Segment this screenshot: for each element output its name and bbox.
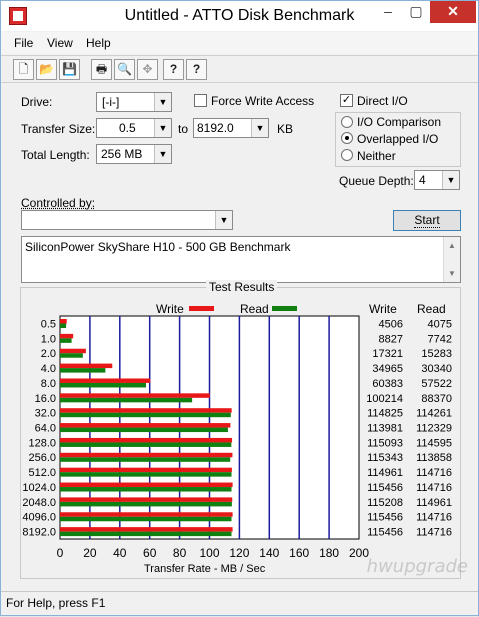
write-bar (60, 333, 74, 339)
y-tick-label: 16.0 (35, 393, 56, 405)
read-value: 57522 (421, 378, 452, 390)
x-tick-label: 100 (199, 546, 219, 560)
x-tick-label: 160 (289, 546, 309, 560)
y-tick-label: 1024.0 (22, 482, 56, 494)
read-bar (60, 531, 232, 537)
read-value: 114716 (416, 527, 452, 539)
read-value: 112329 (416, 423, 452, 435)
y-tick-label: 4096.0 (22, 512, 56, 524)
read-value: 114716 (416, 482, 452, 494)
write-value: 100214 (366, 393, 403, 405)
read-bar (60, 338, 72, 343)
read-value: 7742 (428, 333, 452, 345)
read-bar (60, 501, 232, 507)
x-tick-label: 120 (229, 546, 249, 560)
x-tick-label: 180 (319, 546, 339, 560)
write-value: 60383 (372, 378, 403, 390)
watermark-logo: hwupgrade (366, 556, 468, 577)
transfer-rate-chart: 0 20 40 60 80 100 120 140 160 180 2000.5 4506 40751.… (22, 315, 452, 560)
write-value: 114961 (367, 467, 403, 479)
read-value: 114261 (416, 408, 452, 420)
status-text: For Help, press F1 (6, 596, 106, 610)
write-bar (60, 363, 113, 369)
x-tick-label: 60 (143, 546, 157, 560)
read-value: 4075 (428, 318, 452, 330)
x-tick-label: 140 (259, 546, 279, 560)
write-bar (60, 452, 233, 458)
write-bar (60, 378, 151, 383)
y-tick-label: 2048.0 (22, 497, 56, 509)
y-tick-label: 64.0 (35, 423, 56, 435)
read-value: 114716 (416, 512, 452, 524)
write-bar (60, 319, 67, 324)
read-value: 15283 (421, 348, 452, 360)
y-tick-label: 8.0 (41, 378, 56, 390)
write-value: 8827 (379, 333, 403, 345)
write-value: 113981 (367, 423, 403, 435)
write-value: 115208 (367, 497, 403, 509)
read-bar (60, 353, 83, 358)
read-value: 30340 (421, 363, 452, 375)
write-bar (60, 512, 233, 517)
write-value: 34965 (372, 363, 403, 375)
read-bar (60, 412, 231, 418)
x-tick-label: 20 (83, 546, 97, 560)
read-value: 114595 (416, 437, 452, 449)
x-tick-label: 40 (113, 546, 127, 560)
x-axis-label: Transfer Rate - MB / Sec (144, 563, 266, 575)
y-tick-label: 4.0 (41, 363, 56, 375)
app-window: Untitled - ATTO Disk Benchmark – ▢ ✕ Fil… (0, 0, 479, 616)
read-bar (60, 487, 232, 492)
read-bar (60, 427, 228, 433)
read-bar (60, 368, 106, 373)
x-tick-label: 0 (57, 546, 64, 560)
read-value: 114961 (416, 497, 452, 509)
read-value: 113858 (416, 452, 452, 464)
write-bar (60, 437, 233, 443)
write-bar (60, 408, 232, 413)
read-bar (60, 323, 67, 328)
read-value: 114716 (416, 467, 452, 479)
write-bar (60, 482, 233, 488)
write-value: 115456 (367, 482, 403, 494)
y-tick-label: 128.0 (28, 437, 56, 449)
write-value: 115343 (367, 452, 403, 464)
write-bar (60, 467, 232, 473)
write-bar (60, 393, 210, 398)
write-value: 4506 (379, 318, 403, 330)
write-value: 115093 (367, 437, 403, 449)
write-bar (60, 423, 231, 428)
write-value: 115456 (367, 527, 403, 539)
y-tick-label: 1.0 (41, 333, 56, 345)
read-bar (60, 472, 232, 477)
write-value: 114825 (367, 408, 403, 420)
y-tick-label: 512.0 (28, 467, 56, 479)
read-bar (60, 382, 146, 388)
read-bar (60, 516, 232, 522)
write-value: 17321 (372, 348, 403, 360)
read-bar (60, 397, 193, 403)
y-tick-label: 256.0 (28, 452, 56, 464)
y-tick-label: 0.5 (41, 318, 56, 330)
x-tick-label: 80 (173, 546, 187, 560)
write-bar (60, 527, 233, 532)
y-tick-label: 32.0 (35, 408, 56, 420)
write-bar (60, 497, 233, 502)
write-value: 115456 (367, 512, 403, 524)
write-bar (60, 348, 86, 354)
read-bar (60, 442, 232, 447)
status-bar: For Help, press F1 (1, 591, 478, 615)
read-bar (60, 457, 231, 462)
y-tick-label: 8192.0 (22, 527, 56, 539)
y-tick-label: 2.0 (41, 348, 56, 360)
read-value: 88370 (421, 393, 452, 405)
